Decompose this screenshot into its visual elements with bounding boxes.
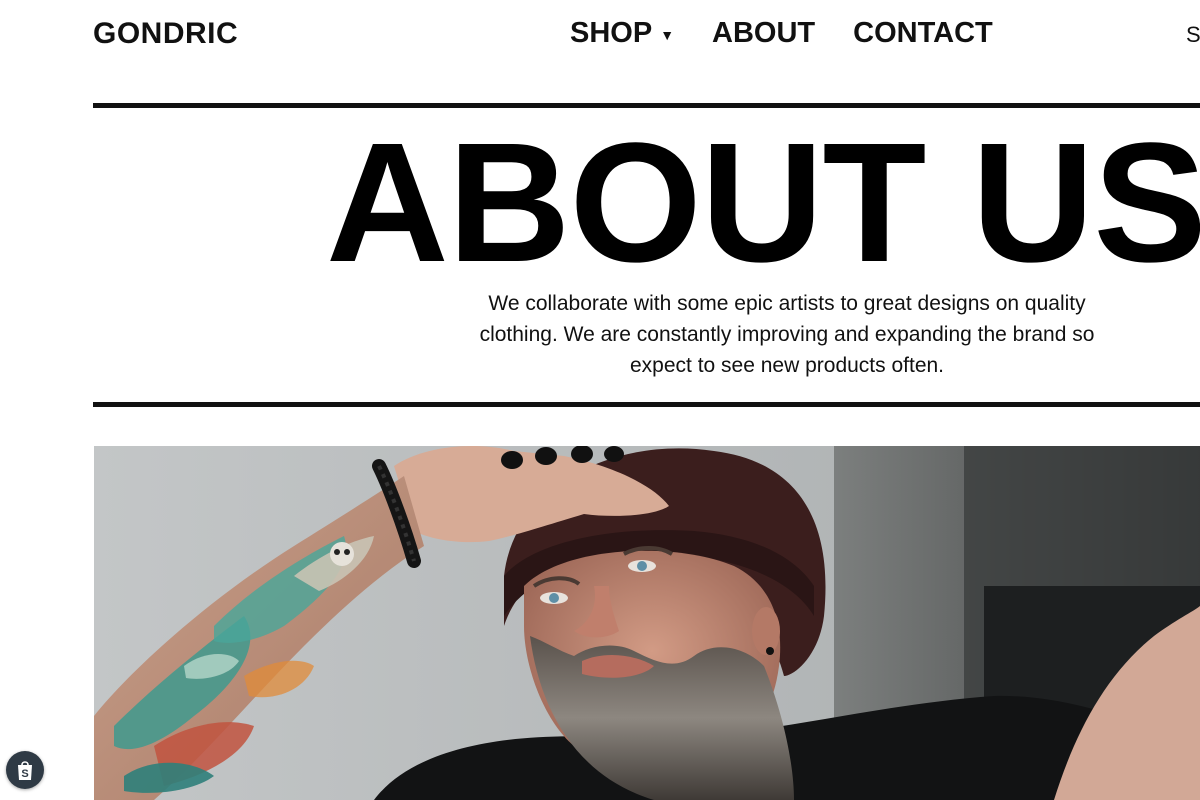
page: GONDRIC SHOP ▼ ABOUT CONTACT S ABOUT US … xyxy=(0,0,1200,800)
site-logo[interactable]: GONDRIC xyxy=(93,17,238,51)
nav-item-shop[interactable]: SHOP ▼ xyxy=(570,17,674,50)
site-header: GONDRIC SHOP ▼ ABOUT CONTACT S xyxy=(0,0,1200,72)
nav-contact-label: CONTACT xyxy=(853,17,993,49)
shopify-bag-icon: S xyxy=(18,761,32,780)
about-description: We collaborate with some epic artists to… xyxy=(479,292,1095,377)
hero-image: VE xyxy=(94,446,1200,800)
nav-about-label: ABOUT xyxy=(712,17,816,49)
photo-tattooed-man-icon: VE xyxy=(94,446,1200,800)
main-nav: SHOP ▼ ABOUT CONTACT xyxy=(570,17,993,50)
page-title: ABOUT US xyxy=(326,108,1200,298)
shopify-badge[interactable]: S xyxy=(6,751,44,789)
svg-text:S: S xyxy=(21,768,28,780)
chevron-down-icon: ▼ xyxy=(660,26,675,43)
divider-bottom xyxy=(93,402,1200,407)
nav-item-contact[interactable]: CONTACT xyxy=(853,17,993,50)
nav-item-about[interactable]: ABOUT xyxy=(712,17,815,50)
header-right-link[interactable]: S xyxy=(1186,22,1200,48)
nav-shop-label: SHOP xyxy=(570,17,653,49)
